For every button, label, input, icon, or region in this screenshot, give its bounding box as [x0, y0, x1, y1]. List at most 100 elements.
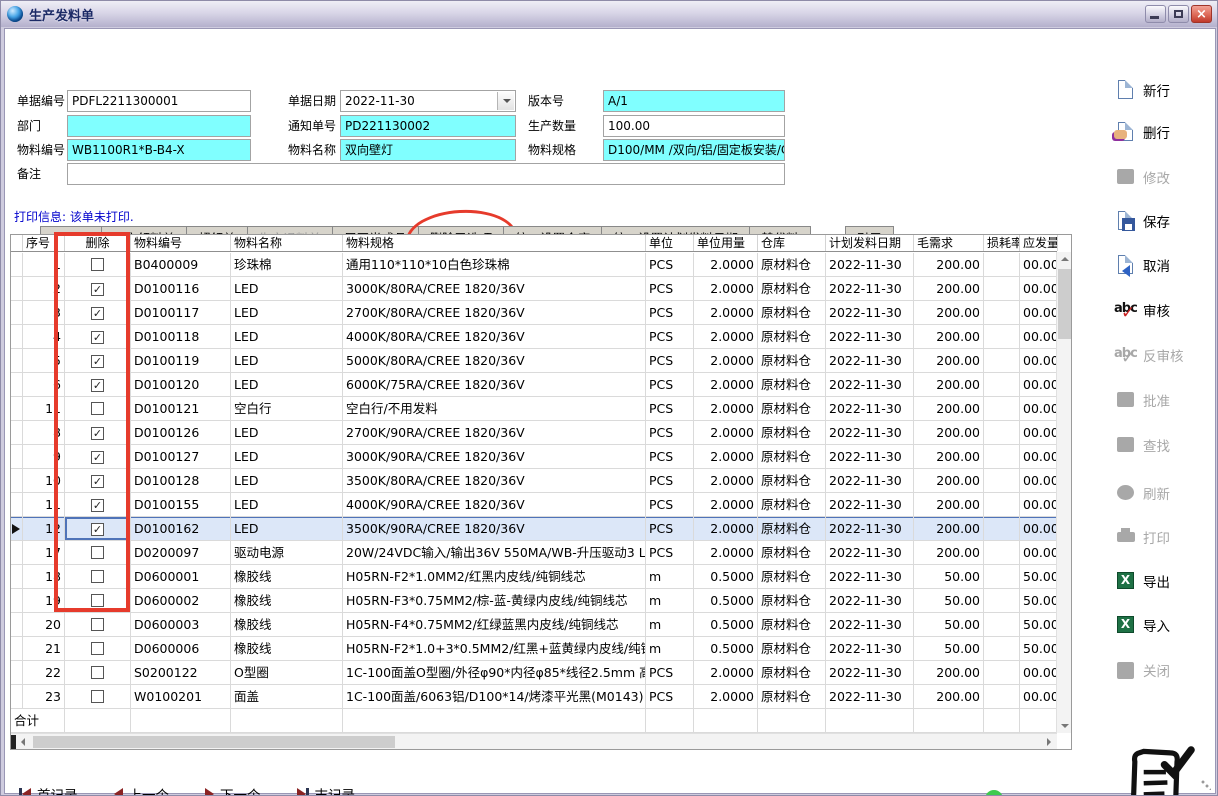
cell-loss[interactable]: [984, 469, 1020, 493]
cell-code[interactable]: D0100116: [131, 277, 231, 301]
delete-checkbox-unchecked[interactable]: [91, 570, 104, 583]
cell-loss[interactable]: [984, 589, 1020, 613]
cell-checked[interactable]: ✓: [65, 469, 131, 493]
cell-gross[interactable]: 200.00: [914, 541, 984, 565]
cell-date[interactable]: 2022-11-30: [826, 469, 914, 493]
cell-code[interactable]: D0100127: [131, 445, 231, 469]
cell-gross[interactable]: 50.00: [914, 565, 984, 589]
cell-usage[interactable]: 2.0000: [694, 277, 758, 301]
spec-field[interactable]: D100/MM /双向/铝/固定板安装/C: [603, 139, 785, 161]
cell-issue[interactable]: 00.00: [1020, 253, 1058, 277]
cell-spec[interactable]: 2700K/80RA/CREE 1820/36V: [343, 301, 646, 325]
cell-date[interactable]: 2022-11-30: [826, 517, 914, 541]
cell-unit[interactable]: PCS: [646, 517, 694, 541]
cell-unit[interactable]: m: [646, 565, 694, 589]
cell-date[interactable]: 2022-11-30: [826, 253, 914, 277]
cell-gross[interactable]: 200.00: [914, 661, 984, 685]
cell-seq[interactable]: 1: [23, 253, 65, 277]
cell-name[interactable]: LED: [231, 325, 343, 349]
nav-button-last-record[interactable]: 末记录: [297, 784, 356, 796]
cell-unit[interactable]: m: [646, 613, 694, 637]
cell-seq[interactable]: 11: [23, 493, 65, 517]
cell-gross[interactable]: 200.00: [914, 253, 984, 277]
cell-checked[interactable]: ✓: [65, 301, 131, 325]
cell-issue[interactable]: 00.00: [1020, 469, 1058, 493]
cell-warehouse[interactable]: 原材料仓: [758, 589, 826, 613]
cell-code[interactable]: D0100119: [131, 349, 231, 373]
resize-grip[interactable]: [1201, 780, 1211, 790]
cell-name[interactable]: LED: [231, 469, 343, 493]
delete-checkbox-unchecked[interactable]: [91, 690, 104, 703]
cell-seq[interactable]: 20: [23, 613, 65, 637]
cell-seq[interactable]: 18: [23, 565, 65, 589]
cell-spec[interactable]: 3000K/90RA/CREE 1820/36V: [343, 445, 646, 469]
cell-loss[interactable]: [984, 661, 1020, 685]
scroll-down-arrow-icon[interactable]: [1057, 718, 1072, 733]
cell-checked[interactable]: ✓: [65, 349, 131, 373]
cell-gross[interactable]: 50.00: [914, 637, 984, 661]
cell-seq[interactable]: 4: [23, 325, 65, 349]
cell-spec[interactable]: H05RN-F2*1.0+3*0.5MM2/红黑+蓝黄绿内皮线/纯铜线芯: [343, 637, 646, 661]
cell-code[interactable]: D0100126: [131, 421, 231, 445]
cell-seq[interactable]: 17: [23, 541, 65, 565]
cell-checked[interactable]: [65, 565, 131, 589]
cell-name[interactable]: LED: [231, 421, 343, 445]
cell-checked[interactable]: [65, 589, 131, 613]
cell-loss[interactable]: [984, 517, 1020, 541]
cell-name[interactable]: 橡胶线: [231, 637, 343, 661]
cell-date[interactable]: 2022-11-30: [826, 613, 914, 637]
docno-field[interactable]: PDFL2211300001: [67, 90, 251, 112]
cell-loss[interactable]: [984, 349, 1020, 373]
cell-usage[interactable]: 2.0000: [694, 445, 758, 469]
delete-checkbox-unchecked[interactable]: [91, 546, 104, 559]
cell-issue[interactable]: 00.00: [1020, 541, 1058, 565]
cell-usage[interactable]: 0.5000: [694, 565, 758, 589]
cell-issue[interactable]: 00.00: [1020, 349, 1058, 373]
cell-date[interactable]: 2022-11-30: [826, 373, 914, 397]
delete-checkbox-unchecked[interactable]: [91, 258, 104, 271]
minimize-button[interactable]: [1145, 5, 1166, 23]
cell-date[interactable]: 2022-11-30: [826, 685, 914, 709]
docdate-field[interactable]: 2022-11-30: [340, 90, 516, 112]
delete-checkbox-checked[interactable]: ✓: [91, 307, 104, 320]
delete-checkbox-checked[interactable]: ✓: [91, 451, 104, 464]
cell-unit[interactable]: m: [646, 589, 694, 613]
cell-name[interactable]: 橡胶线: [231, 613, 343, 637]
cell-gross[interactable]: 200.00: [914, 349, 984, 373]
cell-usage[interactable]: 2.0000: [694, 325, 758, 349]
cell-date[interactable]: 2022-11-30: [826, 421, 914, 445]
cell-checked[interactable]: ✓: [65, 493, 131, 517]
cell-spec[interactable]: 3500K/80RA/CREE 1820/36V: [343, 469, 646, 493]
vertical-scroll-thumb[interactable]: [1058, 269, 1071, 339]
cell-warehouse[interactable]: 原材料仓: [758, 661, 826, 685]
delete-checkbox-checked[interactable]: ✓: [91, 283, 104, 296]
cell-gross[interactable]: 200.00: [914, 301, 984, 325]
cell-spec[interactable]: 2700K/90RA/CREE 1820/36V: [343, 421, 646, 445]
cell-spec[interactable]: 空白行/不用发料: [343, 397, 646, 421]
cell-name[interactable]: LED: [231, 445, 343, 469]
cell-unit[interactable]: PCS: [646, 301, 694, 325]
cell-warehouse[interactable]: 原材料仓: [758, 397, 826, 421]
cell-unit[interactable]: PCS: [646, 277, 694, 301]
cell-code[interactable]: B0400009: [131, 253, 231, 277]
cell-date[interactable]: 2022-11-30: [826, 445, 914, 469]
cell-date[interactable]: 2022-11-30: [826, 565, 914, 589]
cell-code[interactable]: D0600001: [131, 565, 231, 589]
cell-warehouse[interactable]: 原材料仓: [758, 421, 826, 445]
cell-loss[interactable]: [984, 301, 1020, 325]
cell-code[interactable]: D0100128: [131, 469, 231, 493]
cell-unit[interactable]: PCS: [646, 685, 694, 709]
cell-loss[interactable]: [984, 253, 1020, 277]
cell-seq[interactable]: 3: [23, 301, 65, 325]
cell-unit[interactable]: PCS: [646, 373, 694, 397]
cell-warehouse[interactable]: 原材料仓: [758, 637, 826, 661]
cell-usage[interactable]: 2.0000: [694, 397, 758, 421]
cell-name[interactable]: O型圈: [231, 661, 343, 685]
delete-checkbox-checked[interactable]: ✓: [91, 499, 104, 512]
nav-button-next-record[interactable]: 下一个: [205, 784, 261, 796]
cell-usage[interactable]: 2.0000: [694, 493, 758, 517]
cell-name[interactable]: 面盖: [231, 685, 343, 709]
horizontal-scroll-thumb[interactable]: [33, 736, 395, 748]
cell-seq[interactable]: 12: [23, 517, 65, 541]
cell-usage[interactable]: 2.0000: [694, 661, 758, 685]
